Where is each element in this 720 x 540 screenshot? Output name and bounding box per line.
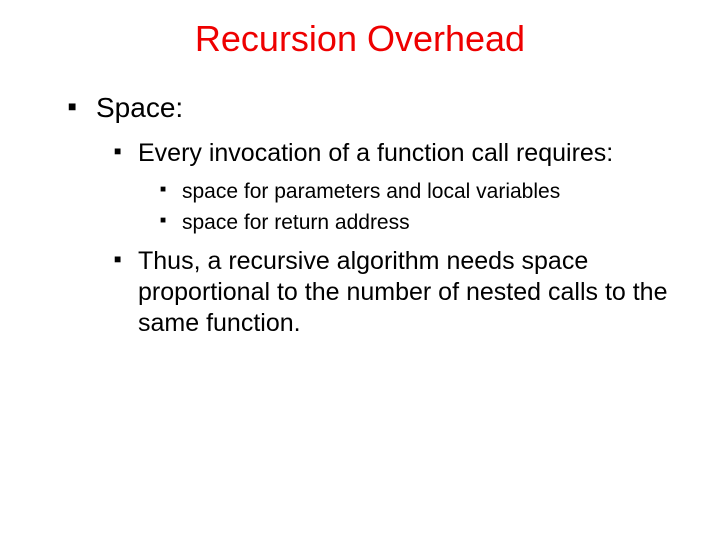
bullet-level3: space for parameters and local variables	[160, 179, 680, 205]
bullet-level3: space for return address	[160, 210, 680, 236]
bullet-level2: Every invocation of a function call requ…	[114, 138, 680, 169]
slide-title: Recursion Overhead	[40, 18, 680, 60]
bullet-level1: Space:	[68, 92, 680, 124]
bullet-level2: Thus, a recursive algorithm needs space …	[114, 246, 680, 340]
